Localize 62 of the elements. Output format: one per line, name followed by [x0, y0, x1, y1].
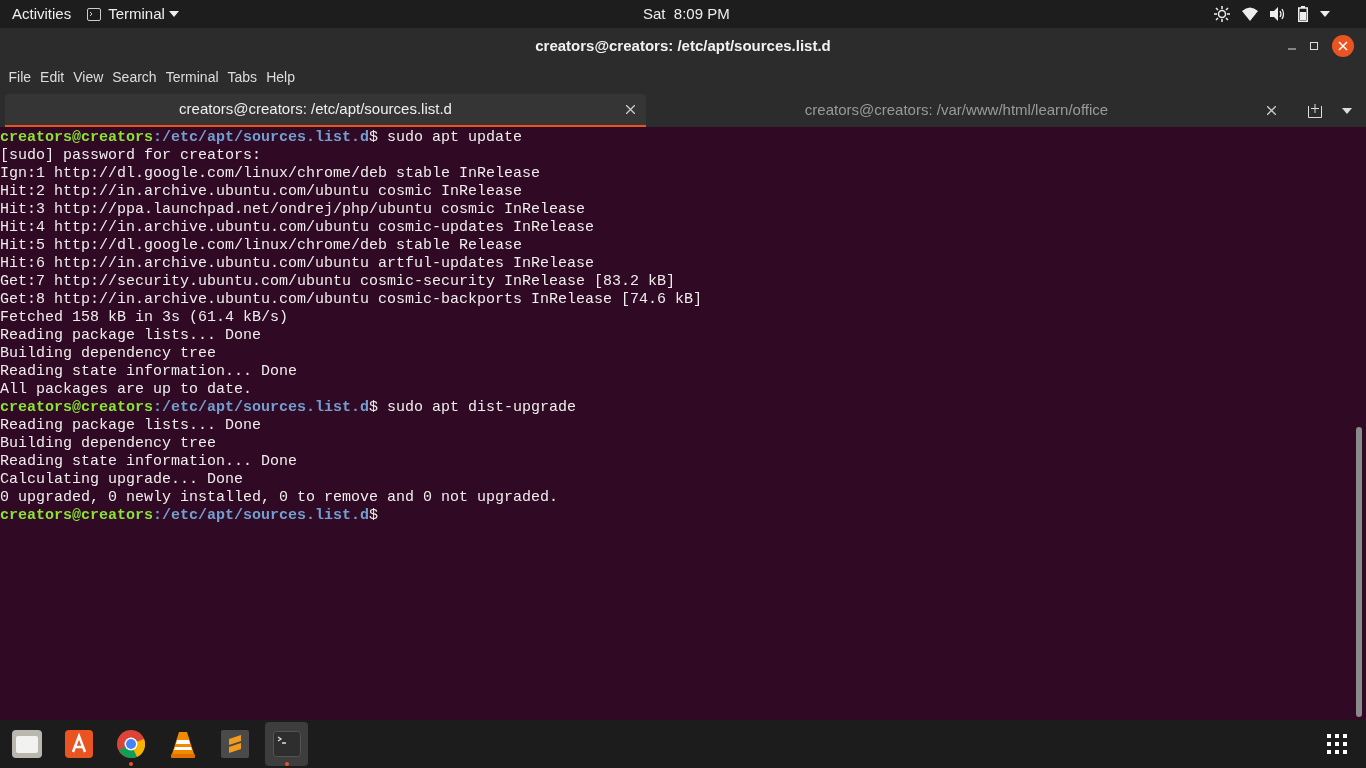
folder-icon: [11, 730, 42, 758]
menu-item[interactable]: Edit: [36, 66, 69, 88]
menu-item[interactable]: Search: [108, 66, 161, 88]
prompt-user: creators@creators: [0, 399, 154, 417]
clock[interactable]: Sat 8:09 PM: [643, 2, 730, 26]
menu-item[interactable]: Terminal: [161, 66, 223, 88]
output-line: Hit:3 http://ppa.launchpad.net/ondrej/php/ubuntu cosmic InRelease: [0, 201, 586, 218]
output-line: Hit:4 http://in.archive.ubuntu.com/ubuntu cosmic-updates InRelease: [0, 219, 595, 236]
traffic-cone-icon: [169, 730, 196, 758]
close-icon[interactable]: [626, 105, 635, 114]
terminal-tab[interactable]: creators@creators: /var/www/html/learn/office: [646, 94, 1287, 127]
shopping-bag-icon: [64, 730, 93, 758]
terminal-tab[interactable]: creators@creators: /etc/apt/sources.list.d: [5, 94, 646, 127]
command-text: $ sudo apt dist-upgrade: [369, 399, 577, 417]
volume-icon: [1270, 7, 1286, 21]
maximize-icon[interactable]: [1310, 42, 1318, 50]
prompt-path: :/etc/apt/sources.list.d: [153, 399, 370, 417]
output-line: Fetched 158 kB in 3s (61.4 kB/s): [0, 309, 289, 326]
output-line: Building dependency tree: [0, 435, 217, 452]
close-icon[interactable]: [1332, 35, 1354, 57]
output-line: Hit:6 http://in.archive.ubuntu.com/ubuntu artful-updates InRelease: [0, 255, 595, 272]
command-text: $: [369, 507, 379, 525]
caret-icon: [1320, 11, 1330, 17]
output-line: Reading package lists... Done: [0, 327, 262, 344]
battery-icon: [1298, 6, 1308, 22]
menu-item[interactable]: Tabs: [223, 66, 262, 88]
app-menu[interactable]: Terminal: [87, 2, 179, 26]
output-line: Get:8 http://in.archive.ubuntu.com/ubuntu cosmic-backports InRelease [74.6 kB]: [0, 291, 703, 308]
terminal-icon: [272, 731, 301, 757]
text-editor-icon: [220, 730, 249, 758]
scrollbar[interactable]: [1356, 427, 1362, 717]
browser-icon: [116, 730, 145, 758]
output-line: Building dependency tree: [0, 345, 217, 362]
prompt-user: creators@creators: [0, 129, 154, 147]
output-line: [sudo] password for creators:: [0, 147, 262, 164]
wifi-icon: [1242, 7, 1258, 21]
menu-item[interactable]: File: [4, 66, 36, 88]
output-line: Get:7 http://security.ubuntu.com/ubuntu cosmic-security InRelease [83.2 kB]: [0, 273, 676, 290]
output-line: Reading state information... Done: [0, 453, 298, 470]
menu-item[interactable]: Help: [262, 66, 299, 88]
caret-icon: [168, 11, 179, 17]
output-line: Reading state information... Done: [0, 363, 298, 380]
close-icon[interactable]: [1267, 106, 1276, 115]
brightness-icon: [1214, 6, 1230, 22]
output-line: Hit:5 http://dl.google.com/linux/chrome/deb stable Release: [0, 237, 523, 254]
activities-button[interactable]: Activities: [12, 2, 72, 26]
output-line: Reading package lists... Done: [0, 417, 262, 434]
terminal-icon: [87, 7, 102, 21]
prompt-user: creators@creators: [0, 507, 154, 525]
window-title: creators@creators: /etc/apt/sources.list.d: [535, 35, 831, 56]
output-line: Hit:2 http://in.archive.ubuntu.com/ubuntu cosmic InRelease: [0, 183, 523, 200]
app-grid-icon[interactable]: [1327, 734, 1347, 754]
command-text: $ sudo apt update: [369, 129, 523, 147]
menu-item[interactable]: View: [69, 66, 108, 88]
caret-icon[interactable]: [1342, 107, 1352, 114]
prompt-path: :/etc/apt/sources.list.d: [153, 507, 370, 525]
output-line: Ign:1 http://dl.google.com/linux/chrome/deb stable InRelease: [0, 165, 541, 182]
prompt-path: :/etc/apt/sources.list.d: [153, 129, 370, 147]
output-line: 0 upgraded, 0 newly installed, 0 to remove and 0 not upgraded.: [0, 489, 559, 506]
output-line: Calculating upgrade... Done: [0, 471, 244, 488]
new-tab-icon[interactable]: [1308, 103, 1322, 118]
output-line: All packages are up to date.: [0, 381, 253, 398]
